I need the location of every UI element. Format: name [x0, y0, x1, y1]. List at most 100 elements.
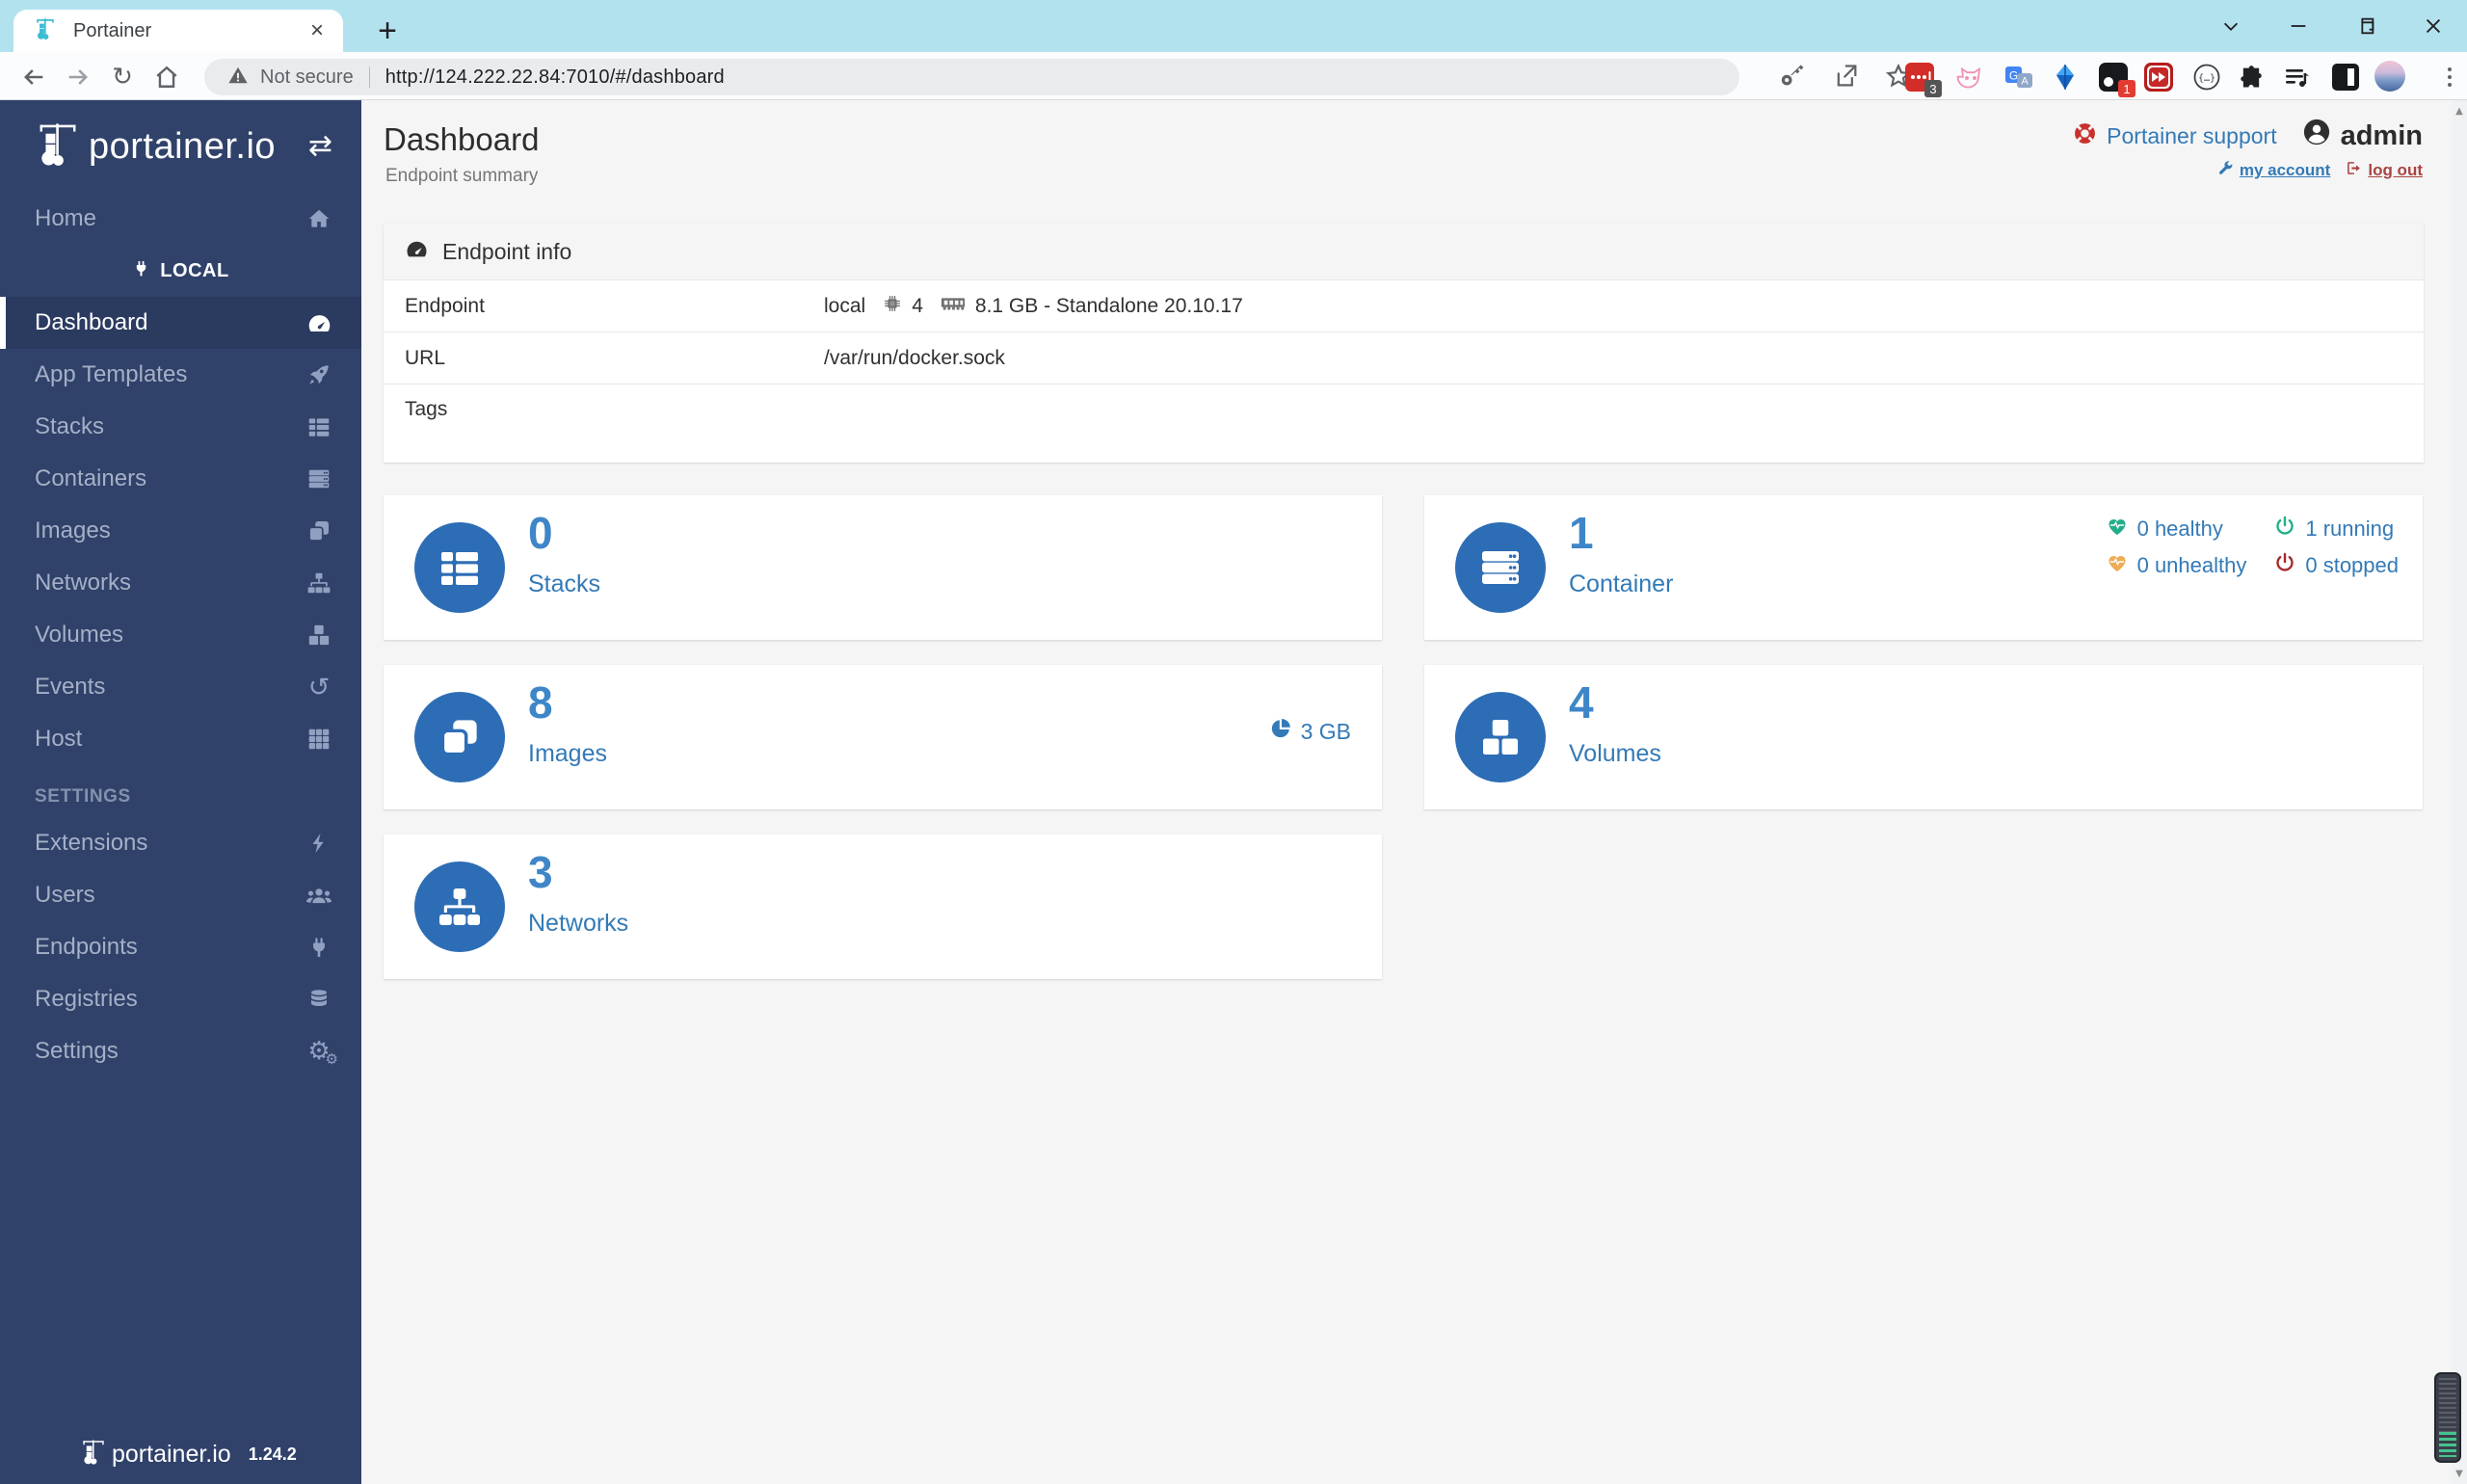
stopped-stat: 0 stopped: [2273, 551, 2399, 580]
extension-playlist-icon[interactable]: [2282, 62, 2313, 93]
networks-card[interactable]: 3 Networks: [384, 835, 1382, 979]
sign-out-icon: [2346, 160, 2362, 181]
scroll-overlay-widget[interactable]: [2434, 1372, 2461, 1463]
page-scrollbar[interactable]: ▲ ▼: [2452, 100, 2467, 1484]
forward-icon[interactable]: [60, 59, 96, 95]
running-stat: 1 running: [2273, 515, 2399, 543]
sidebar-item-extensions[interactable]: Extensions: [0, 817, 361, 869]
key-icon[interactable]: [1779, 63, 1808, 92]
grid-icon: [305, 726, 332, 753]
gauge-icon: [305, 309, 332, 336]
extension-cat-icon[interactable]: [1955, 62, 1986, 93]
networks-card-icon: [414, 861, 505, 952]
portainer-support-link[interactable]: Portainer support: [2073, 121, 2277, 151]
images-count: 8: [528, 677, 553, 728]
history-icon: ↺: [307, 672, 331, 702]
sidebar-group-settings: SETTINGS: [35, 786, 131, 807]
page-title: Dashboard: [384, 121, 540, 157]
power-green-icon: [2273, 515, 2296, 543]
gauge-icon: [405, 237, 429, 267]
extension-kite-icon[interactable]: [2050, 62, 2081, 93]
sidebar-item-registries[interactable]: Registries: [0, 973, 361, 1025]
user-menu[interactable]: admin: [2302, 118, 2423, 154]
browser-tab[interactable]: Portainer ×: [13, 10, 343, 52]
my-account-link[interactable]: my account: [2217, 160, 2330, 181]
home-icon[interactable]: [148, 59, 185, 95]
scroll-up-icon[interactable]: ▲: [2452, 102, 2467, 119]
profile-avatar[interactable]: [2374, 61, 2405, 92]
sidebar-item-endpoints[interactable]: Endpoints: [0, 921, 361, 973]
volumes-card[interactable]: 4 Volumes: [1424, 665, 2423, 809]
extension-clipboard-icon[interactable]: 1: [2098, 62, 2135, 97]
sidebar-item-events[interactable]: Events ↺: [0, 661, 361, 713]
sidebar-item-volumes[interactable]: Volumes: [0, 609, 361, 661]
heartbeat-green-icon: [2106, 515, 2129, 543]
sidebar-item-home[interactable]: Home: [0, 193, 361, 245]
extension-fastforward-icon[interactable]: [2143, 62, 2174, 93]
images-card[interactable]: 8 Images 3 GB: [384, 665, 1382, 809]
window-controls: [2197, 0, 2467, 52]
containers-card[interactable]: 1 Container 0 healthy 1 running 0 unheal…: [1424, 495, 2423, 640]
window-minimize-icon[interactable]: [2265, 0, 2332, 52]
extension-sidepanel-icon[interactable]: [2330, 62, 2361, 93]
footer-version: 1.24.2: [248, 1444, 297, 1464]
panel-title: Endpoint info: [442, 238, 572, 264]
footer-brand: portainer.io: [112, 1440, 231, 1468]
extension-badge: 3: [1924, 80, 1942, 97]
header-user-area: Portainer support admin my account log o…: [2073, 118, 2423, 181]
sidebar-item-users[interactable]: Users: [0, 869, 361, 921]
tab-title: Portainer: [73, 19, 152, 41]
tab-close-icon[interactable]: ×: [305, 18, 330, 43]
containers-label: Container: [1569, 570, 1674, 597]
log-out-link[interactable]: log out: [2346, 160, 2423, 181]
user-circle-icon: [2302, 118, 2331, 154]
window-chevron-icon[interactable]: [2197, 0, 2265, 52]
memory-icon: [941, 294, 966, 319]
new-tab-button[interactable]: +: [368, 12, 407, 50]
healthy-stat: 0 healthy: [2106, 515, 2247, 543]
back-icon[interactable]: [15, 59, 52, 95]
stacks-card[interactable]: 0 Stacks: [384, 495, 1382, 640]
sidebar-item-host[interactable]: Host: [0, 713, 361, 765]
container-stats: 0 healthy 1 running 0 unhealthy 0 stoppe…: [2106, 515, 2399, 580]
sidebar-item-stacks[interactable]: Stacks: [0, 401, 361, 453]
address-bar[interactable]: Not secure http://124.222.22.84:7010/#/d…: [204, 59, 1739, 95]
window-close-icon[interactable]: [2400, 0, 2467, 52]
extension-translate-icon[interactable]: GA: [2003, 62, 2034, 93]
endpoint-info-header: Endpoint info: [384, 224, 2424, 279]
stacks-label: Stacks: [528, 570, 601, 597]
volumes-count: 4: [1569, 677, 1594, 728]
url-row: URL /var/run/docker.sock: [384, 331, 2424, 384]
window-restore-icon[interactable]: [2332, 0, 2400, 52]
power-red-icon: [2273, 551, 2296, 580]
sidebar-item-images[interactable]: Images: [0, 505, 361, 557]
extension-lastpass-icon[interactable]: 3: [1904, 62, 1942, 97]
browser-menu-icon[interactable]: [2442, 62, 2457, 93]
volumes-label: Volumes: [1569, 740, 1661, 767]
row-label: Endpoint: [405, 294, 485, 317]
sidebar-collapse-icon[interactable]: ⇄: [308, 132, 332, 161]
portainer-favicon: [33, 16, 58, 46]
scroll-down-icon[interactable]: ▼: [2452, 1465, 2467, 1482]
volumes-card-icon: [1455, 692, 1546, 782]
images-card-icon: [414, 692, 505, 782]
extensions-puzzle-icon[interactable]: [2236, 62, 2267, 93]
sidebar-item-settings[interactable]: Settings ⚙ ⚙: [0, 1025, 361, 1077]
sidebar-item-dashboard[interactable]: Dashboard: [0, 297, 361, 349]
sitemap-icon: [305, 570, 332, 596]
reload-icon[interactable]: ↻: [104, 59, 141, 95]
address-divider: [368, 66, 370, 88]
endpoint-name: local: [824, 294, 866, 317]
plug-icon: [305, 934, 332, 961]
pie-chart-icon: [1269, 717, 1292, 746]
sidebar-item-networks[interactable]: Networks: [0, 557, 361, 609]
sidebar-item-containers[interactable]: Containers: [0, 453, 361, 505]
cpu-count: 4: [912, 294, 923, 317]
browser-toolbar: ↻ Not secure http://124.222.22.84:7010/#…: [0, 52, 2467, 100]
sidebar-group-local: LOCAL: [0, 245, 361, 297]
sidebar-item-app-templates[interactable]: App Templates: [0, 349, 361, 401]
extension-braces-icon[interactable]: {…}: [2191, 62, 2222, 93]
browser-tabstrip: Portainer × +: [0, 0, 2467, 52]
clone-icon: [305, 517, 332, 544]
share-icon[interactable]: [1833, 63, 1862, 92]
